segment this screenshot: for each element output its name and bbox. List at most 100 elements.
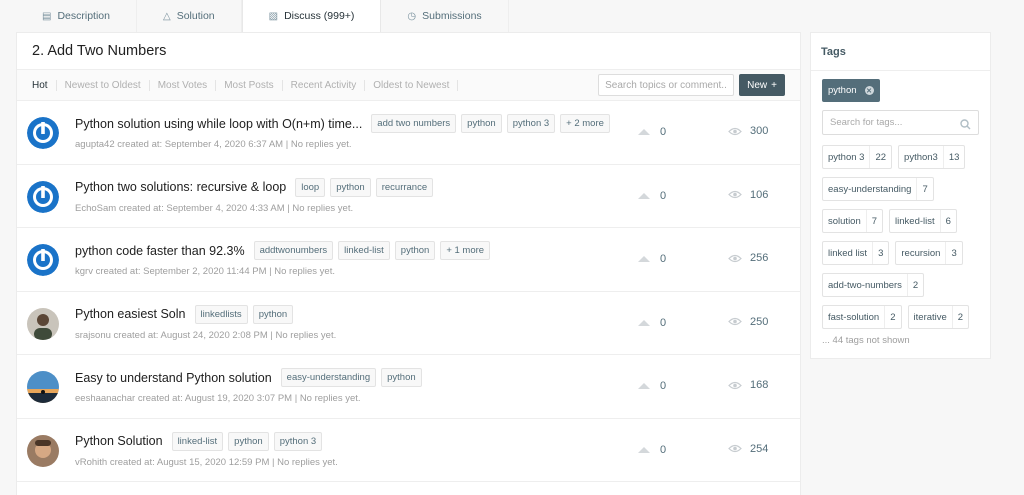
sidebar-tag[interactable]: add-two-numbers 2 [822, 273, 925, 297]
view-value: 250 [750, 315, 769, 328]
post-tag[interactable]: addtwonumbers [253, 241, 334, 260]
tab-label: Discuss (999+) [284, 10, 355, 22]
post-tag[interactable]: python [381, 368, 422, 387]
upvote-icon[interactable] [638, 319, 650, 326]
new-button-label: New [747, 79, 768, 91]
post-tag[interactable]: easy-understanding [280, 368, 377, 387]
sidebar-tag[interactable]: fast-solution 2 [822, 305, 902, 329]
vote-value: 0 [660, 380, 667, 392]
view-value: 256 [750, 252, 769, 264]
post-row[interactable]: Python two solutions: recursive & loop lo… [17, 165, 800, 228]
sidebar-tag[interactable]: linked-list 6 [889, 209, 957, 233]
upvote-icon[interactable] [638, 192, 650, 199]
tags-not-shown: ... 44 tags not shown [822, 335, 910, 346]
view-count: 168 [728, 379, 768, 391]
search-input[interactable] [598, 74, 735, 96]
vote-count: 0 [638, 190, 666, 202]
filter-recent-activity[interactable]: Recent Activity [291, 79, 366, 91]
close-icon[interactable]: ✕ [864, 86, 874, 95]
upvote-icon[interactable] [638, 446, 650, 453]
sidebar-tag-count: 7 [865, 210, 882, 232]
tab-description[interactable]: ▤ Description [16, 0, 137, 32]
post-title[interactable]: Python Solution [75, 434, 163, 448]
upvote-icon[interactable] [638, 256, 650, 262]
vote-value: 0 [660, 253, 667, 265]
post-title[interactable]: Easy to understand Python solution [75, 371, 272, 385]
upvote-icon[interactable] [638, 383, 650, 389]
filter-oldest[interactable]: Oldest to Newest [373, 79, 459, 91]
sidebar-tag[interactable]: easy-understanding 7 [822, 177, 934, 201]
sidebar-tag-count: 6 [939, 210, 956, 232]
upvote-icon[interactable] [638, 129, 650, 135]
post-tag[interactable]: python [228, 431, 269, 451]
tab-label: Submissions [422, 10, 482, 22]
avatar[interactable] [27, 307, 59, 340]
tag-list: python 3 22 python3 13 easy-understanding … [822, 145, 987, 329]
post-tag[interactable]: add two numbers [371, 114, 457, 133]
tab-submissions[interactable]: ◷ Submissions [381, 0, 509, 32]
filter-hot[interactable]: Hot [32, 79, 57, 91]
filter-most-votes[interactable]: Most Votes [158, 79, 217, 91]
sidebar-tag-count: 2 [884, 306, 900, 328]
sidebar-tag-count: 2 [906, 274, 923, 296]
sidebar-tag-name: fast-solution [828, 311, 880, 323]
discuss-panel: 2. Add Two Numbers Hot Newest to Oldest … [16, 32, 801, 495]
avatar[interactable] [27, 371, 59, 403]
avatar[interactable] [27, 244, 59, 276]
post-row[interactable]: Easy to understand Python solution easy-u… [17, 355, 800, 419]
sidebar-tag-name: add-two-numbers [828, 279, 902, 291]
post-tag[interactable]: recurrance [375, 177, 434, 197]
post-header: Easy to understand Python solution easy-u… [75, 368, 422, 387]
post-header: Python easiest Soln linkedlists python [75, 304, 294, 324]
post-tag[interactable]: python 3 [506, 114, 556, 133]
post-title[interactable]: python code faster than 92.3% [75, 244, 245, 258]
eye-icon [728, 254, 742, 263]
post-row[interactable]: python code faster than 92.3% addtwonumbe… [17, 228, 800, 292]
filter-newest[interactable]: Newest to Oldest [65, 79, 150, 91]
clock-icon: ◷ [407, 10, 417, 22]
tab-label: Solution [176, 10, 215, 22]
avatar[interactable] [27, 434, 59, 467]
post-tag[interactable]: linkedlists [194, 304, 248, 324]
selected-tag[interactable]: python ✕ [822, 79, 880, 102]
post-header: python code faster than 92.3% addtwonumbe… [75, 241, 491, 260]
avatar[interactable] [27, 180, 59, 213]
post-tag[interactable]: linked-list [338, 241, 390, 260]
vote-count: 0 [638, 253, 666, 265]
tab-discuss[interactable]: ▧ Discuss (999+) [241, 0, 382, 32]
sidebar-tag-name: python 3 [828, 151, 865, 163]
tab-solution[interactable]: △ Solution [137, 0, 242, 32]
avatar[interactable] [27, 117, 59, 149]
eye-icon [728, 190, 742, 199]
sidebar-tag-name: solution [828, 215, 861, 227]
post-title[interactable]: Python solution using while loop with O(… [75, 117, 362, 131]
sidebar-tag[interactable]: iterative 2 [907, 305, 970, 329]
post-title[interactable]: Python easiest Soln [75, 307, 186, 321]
post-tag[interactable]: python [461, 114, 502, 133]
sidebar-tag-name: iterative [913, 311, 947, 323]
new-post-button[interactable]: New + [739, 74, 785, 96]
sidebar-tag[interactable]: linked list 3 [822, 241, 890, 265]
sidebar-tag[interactable]: python 3 22 [822, 145, 893, 169]
sidebar-tag[interactable]: recursion 3 [895, 241, 963, 265]
post-tag[interactable]: python [252, 304, 294, 324]
tags-sidebar: Tags python ✕ python 3 22python3 13easy-… [810, 32, 991, 359]
post-row[interactable]: Python solution using while loop with O(… [17, 101, 800, 165]
post-list: Python solution using while loop with O(… [17, 101, 800, 482]
post-row[interactable]: Python Solution linked-list python python 3… [17, 419, 800, 482]
tab-label: Description [57, 10, 110, 22]
sidebar-tag[interactable]: solution 7 [822, 209, 884, 233]
sidebar-tag[interactable]: python3 13 [898, 145, 966, 169]
post-tag[interactable]: python 3 [273, 431, 323, 451]
post-tag[interactable]: + 2 more [560, 114, 610, 133]
filter-bar: Hot Newest to Oldest Most Votes Most Pos… [17, 69, 800, 101]
post-row[interactable]: Python easiest Soln linkedlists python sra… [17, 292, 800, 355]
post-tag[interactable]: + 1 more [440, 241, 491, 260]
post-tag[interactable]: python [330, 177, 371, 197]
tag-search-input[interactable] [823, 111, 953, 134]
post-title[interactable]: Python two solutions: recursive & loop [75, 180, 286, 194]
post-tag[interactable]: python [394, 241, 436, 260]
post-tag[interactable]: linked-list [171, 431, 224, 451]
post-tag[interactable]: loop [295, 177, 326, 197]
filter-most-posts[interactable]: Most Posts [224, 79, 283, 91]
